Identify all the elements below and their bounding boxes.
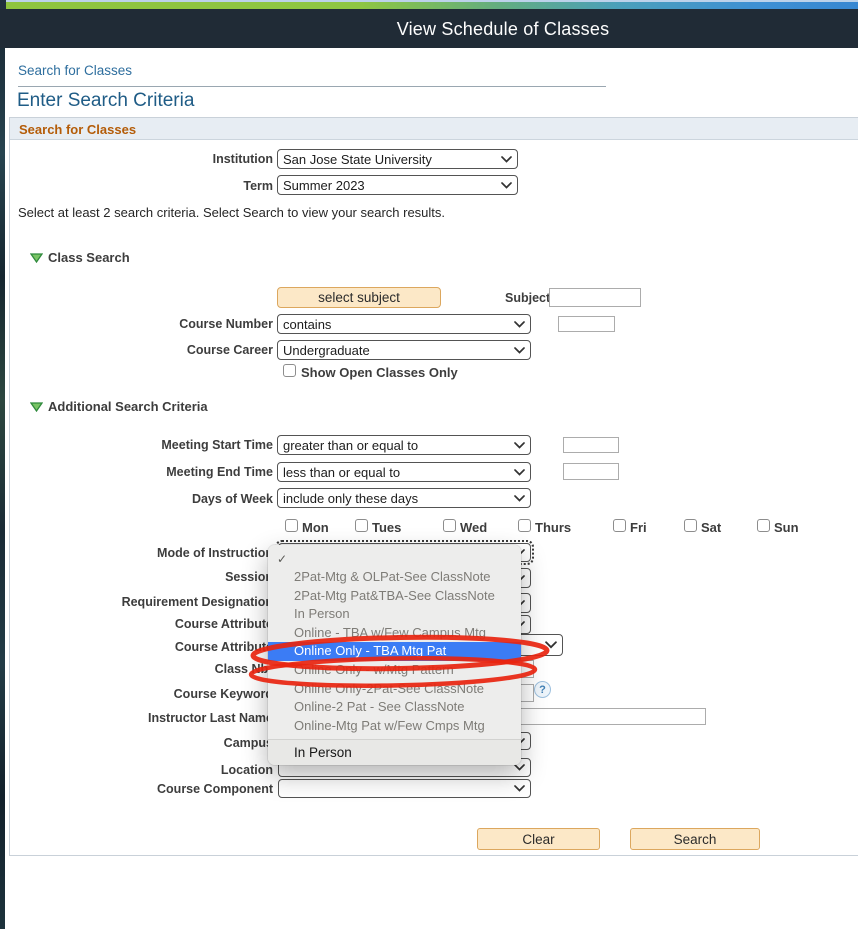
day-label-tues: Tues (372, 520, 401, 535)
meeting-start-time-input[interactable] (563, 437, 619, 453)
course-component-label: Course Component (13, 782, 273, 796)
class-search-group-header: Class Search (30, 250, 130, 265)
dropdown-item[interactable]: Online-Mtg Pat w/Few Cmps Mtg (268, 717, 521, 736)
dropdown-selected-checkmark-icon[interactable]: ✓ (268, 551, 521, 568)
day-label-fri: Fri (630, 520, 647, 535)
chevron-down-icon (514, 785, 525, 792)
chevron-down-icon (514, 764, 525, 771)
institution-label: Institution (13, 152, 273, 166)
dropdown-footer-current-value[interactable]: In Person (268, 739, 521, 765)
location-label: Location (13, 763, 273, 777)
subject-label: Subject (505, 291, 550, 305)
section-header-bar: Search for Classes (10, 118, 858, 140)
days-of-week-label: Days of Week (13, 492, 273, 506)
chevron-down-icon (514, 495, 525, 502)
dropdown-item[interactable]: Online Only - w/Mtg Pattern (268, 661, 521, 680)
day-label-wed: Wed (460, 520, 487, 535)
background-window-sliver (0, 48, 5, 929)
chevron-down-icon (501, 182, 512, 189)
additional-criteria-group-title: Additional Search Criteria (48, 399, 208, 414)
collapse-triangle-icon[interactable] (30, 402, 43, 412)
breadcrumb-divider (18, 86, 606, 87)
instructions-text: Select at least 2 search criteria. Selec… (18, 205, 445, 220)
day-label-mon: Mon (302, 520, 329, 535)
dropdown-item[interactable]: Online Only-2Pat-See ClassNote (268, 680, 521, 699)
additional-criteria-group-header: Additional Search Criteria (30, 399, 208, 414)
requirement-designation-label: Requirement Designation (13, 595, 273, 609)
course-number-label: Course Number (13, 317, 273, 331)
mode-of-instruction-dropdown-popup: ✓ 2Pat-Mtg & OLPat-See ClassNote 2Pat-Mt… (268, 545, 521, 765)
meeting-end-time-label: Meeting End Time (13, 465, 273, 479)
day-checkbox-thurs[interactable] (518, 519, 531, 532)
day-label-sun: Sun (774, 520, 799, 535)
day-label-thurs: Thurs (535, 520, 571, 535)
chevron-down-icon (501, 156, 512, 163)
institution-select[interactable]: San Jose State University (277, 149, 518, 169)
dropdown-item-highlighted[interactable]: Online Only - TBA Mtg Pat (268, 642, 521, 661)
dropdown-item[interactable]: 2Pat-Mtg Pat&TBA-See ClassNote (268, 587, 521, 606)
clear-button[interactable]: Clear (477, 828, 600, 850)
course-component-select[interactable] (278, 779, 531, 798)
title-bar: View Schedule of Classes (0, 9, 858, 48)
show-open-classes-label: Show Open Classes Only (301, 365, 458, 380)
class-nbr-label: Class Nbr (13, 662, 273, 676)
page-heading: Enter Search Criteria (17, 90, 194, 112)
view-schedule-of-classes-screen: View Schedule of Classes Search for Clas… (0, 0, 858, 929)
dropdown-item[interactable]: Online - TBA w/Few Campus Mtg (268, 624, 521, 643)
meeting-end-time-input[interactable] (563, 463, 619, 480)
class-search-group-title: Class Search (48, 250, 130, 265)
course-career-label: Course Career (13, 343, 273, 357)
days-of-week-select[interactable]: include only these days (277, 488, 531, 508)
breadcrumb-search-for-classes-link[interactable]: Search for Classes (18, 63, 132, 78)
page-title: View Schedule of Classes (0, 19, 858, 40)
dropdown-item[interactable]: In Person (268, 605, 521, 624)
chevron-down-icon (545, 641, 557, 649)
day-checkbox-mon[interactable] (285, 519, 298, 532)
meeting-end-operator-value: less than or equal to (283, 465, 510, 480)
days-of-week-value: include only these days (283, 491, 510, 506)
term-label: Term (13, 179, 273, 193)
day-checkbox-tues[interactable] (355, 519, 368, 532)
dropdown-item[interactable]: 2Pat-Mtg & OLPat-See ClassNote (268, 568, 521, 587)
meeting-start-operator-value: greater than or equal to (283, 438, 510, 453)
institution-select-value: San Jose State University (283, 152, 497, 167)
course-number-input[interactable] (558, 316, 615, 332)
day-checkbox-sun[interactable] (757, 519, 770, 532)
day-label-sat: Sat (701, 520, 721, 535)
subject-input[interactable] (549, 288, 641, 307)
campus-label: Campus (13, 736, 273, 750)
brand-gradient-bar (0, 2, 858, 9)
day-checkbox-fri[interactable] (613, 519, 626, 532)
mode-of-instruction-label: Mode of Instruction (13, 546, 273, 560)
meeting-start-time-label: Meeting Start Time (13, 438, 273, 452)
course-keyword-label: Course Keyword (13, 687, 273, 701)
course-attribute-value-label: Course Attribute (13, 640, 273, 654)
term-select-value: Summer 2023 (283, 178, 497, 193)
meeting-end-operator-select[interactable]: less than or equal to (277, 462, 531, 482)
course-number-operator-select[interactable]: contains (277, 314, 531, 334)
dropdown-item[interactable]: Online-2 Pat - See ClassNote (268, 698, 521, 717)
course-attribute-label: Course Attribute (13, 617, 273, 631)
day-checkbox-sat[interactable] (684, 519, 697, 532)
instructor-last-name-label: Instructor Last Name (13, 711, 273, 725)
meeting-start-operator-select[interactable]: greater than or equal to (277, 435, 531, 455)
session-label: Session (13, 570, 273, 584)
chevron-down-icon (514, 442, 525, 449)
chevron-down-icon (514, 469, 525, 476)
top-left-notch (0, 0, 6, 9)
section-title: Search for Classes (19, 122, 136, 137)
search-button[interactable]: Search (630, 828, 760, 850)
term-select[interactable]: Summer 2023 (277, 175, 518, 195)
course-career-value: Undergraduate (283, 343, 510, 358)
course-career-select[interactable]: Undergraduate (277, 340, 531, 360)
chevron-down-icon (514, 347, 525, 354)
collapse-triangle-icon[interactable] (30, 253, 43, 263)
select-subject-button[interactable]: select subject (277, 287, 441, 308)
course-number-operator-value: contains (283, 317, 510, 332)
course-keyword-help-icon[interactable]: ? (534, 681, 551, 698)
show-open-classes-checkbox[interactable] (283, 364, 296, 377)
day-checkbox-wed[interactable] (443, 519, 456, 532)
chevron-down-icon (514, 321, 525, 328)
